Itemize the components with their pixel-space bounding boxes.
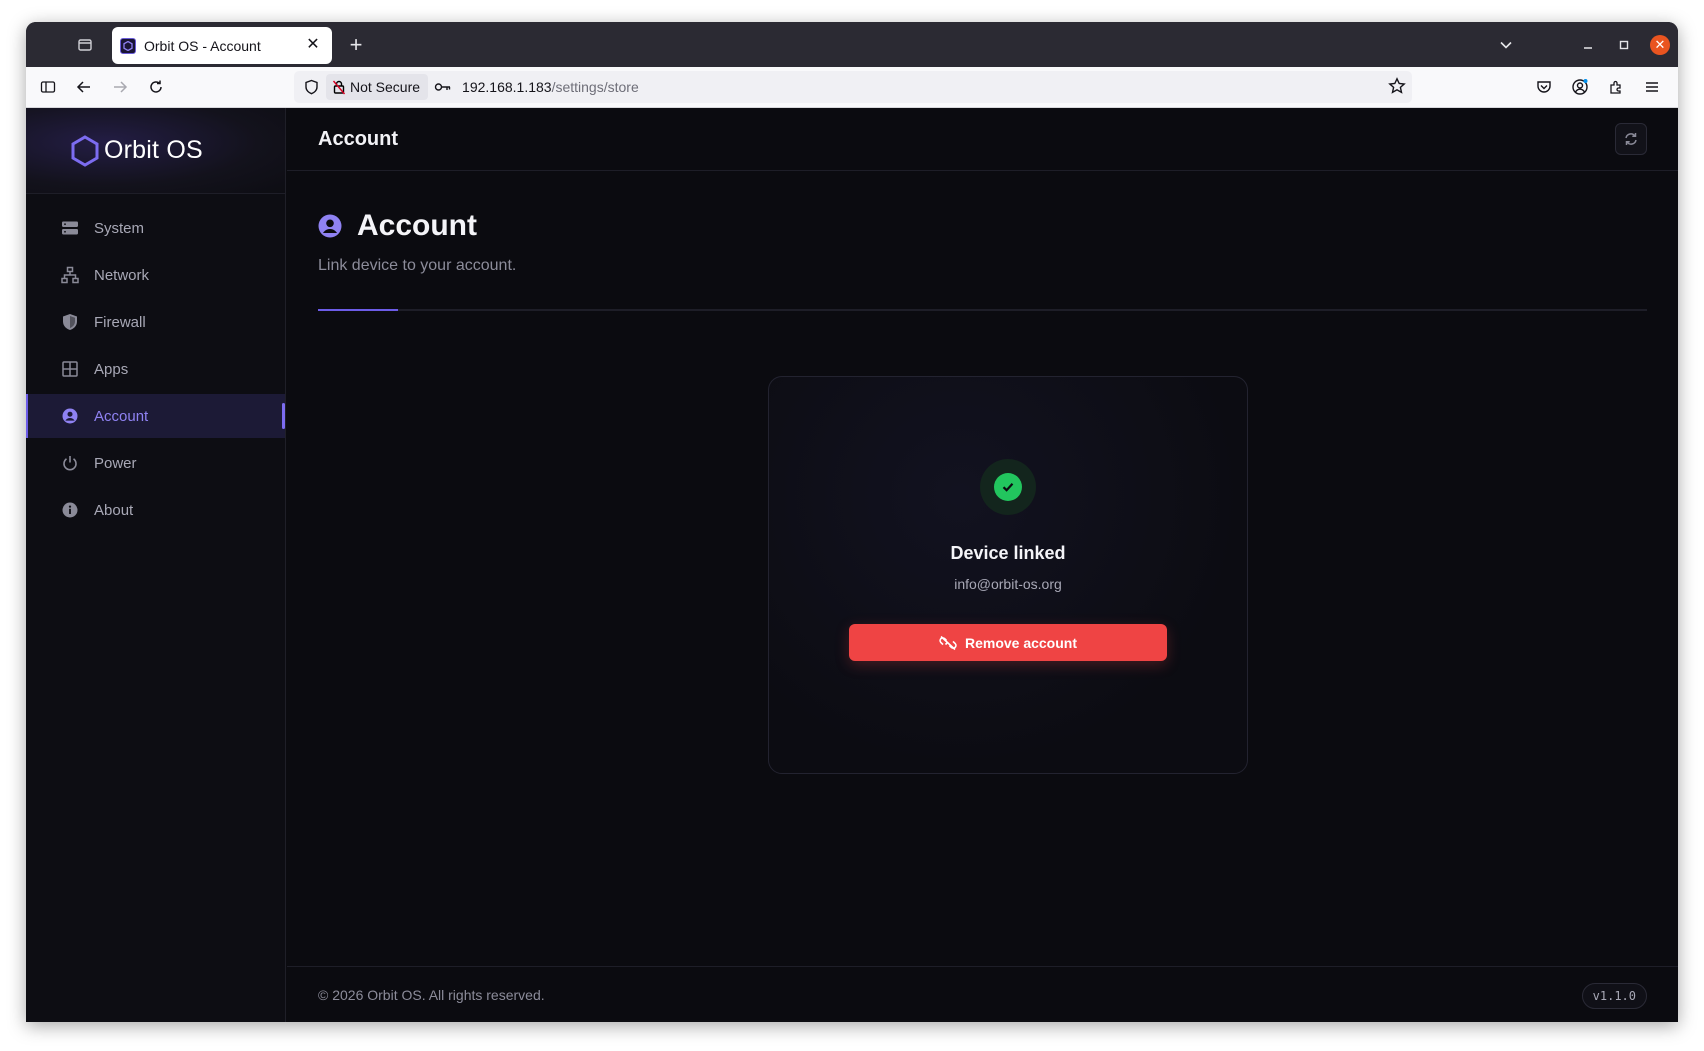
check-circle-icon [994,473,1022,501]
account-button[interactable] [1562,71,1598,103]
sidebar-item-label: Network [94,266,150,284]
grid-icon [60,359,80,379]
url-bar[interactable]: Not Secure 192.168.1.183/settings/store [294,71,1412,103]
account-status-card: Device linked info@orbit-os.org Remove a… [768,376,1248,774]
power-icon [60,453,80,473]
arrow-right-icon [114,81,128,93]
shield-icon [60,312,80,332]
url-text[interactable]: 192.168.1.183/settings/store [462,79,639,95]
sidebar-item-apps[interactable]: Apps [26,347,285,391]
remove-account-button[interactable]: Remove account [849,624,1167,661]
sidebar-item-label: About [94,501,134,519]
topbar-title: Account [318,127,398,150]
top-bar: Account [287,108,1678,171]
account-icon [1572,79,1588,95]
footer: © 2026 Orbit OS. All rights reserved. v1… [287,966,1678,1022]
info-icon [60,500,80,520]
page-title: Account [357,209,477,242]
remove-account-label: Remove account [964,634,1078,651]
sidebar-item-label: Firewall [94,313,146,331]
reload-button[interactable] [138,71,174,103]
refresh-button[interactable] [1615,123,1647,155]
puzzle-icon [1610,80,1621,94]
close-window-button[interactable]: ✕ [1642,31,1678,59]
arrow-left-icon [76,81,90,93]
minimize-icon [1584,46,1592,49]
page-heading: Account [318,209,1647,243]
orbit-app: Orbit OS System Network Firewall Apps Ac… [26,108,1678,1022]
sidebar-item-label: Account [94,407,149,425]
security-label: Not Secure [350,79,421,95]
unlink-icon [939,635,957,651]
sidebar-toggle-button[interactable] [30,71,66,103]
tab-title: Orbit OS - Account [144,37,261,54]
nav-toolbar: Not Secure 192.168.1.183/settings/store [26,67,1678,108]
user-circle-icon [60,406,80,426]
network-icon [60,265,80,285]
page-subtitle: Link device to your account. [318,257,517,274]
refresh-icon [1625,133,1637,145]
sidebar-item-system[interactable]: System [26,206,285,250]
reload-icon [150,80,162,93]
copyright-text: © 2026 Orbit OS. All rights reserved. [318,986,545,1003]
security-indicator[interactable]: Not Secure [326,74,429,100]
brand-name: Orbit OS [104,136,203,164]
back-button[interactable] [66,71,102,103]
sidebar-item-firewall[interactable]: Firewall [26,300,285,344]
tab-underline-divider [318,309,1647,311]
tracking-shield-icon[interactable] [296,79,326,95]
chevron-down-icon [1500,41,1512,49]
orbit-favicon-icon [120,37,136,54]
maximize-button[interactable] [1606,31,1642,59]
main-panel: Account Account Link device to your acco… [287,108,1678,1022]
sidebar-item-label: Apps [94,360,129,378]
insecure-lock-icon [332,80,346,95]
status-indicator [980,459,1036,515]
list-tabs-button[interactable] [1492,31,1520,59]
sidebar-icon [40,81,56,93]
close-icon: ✕ [1650,34,1670,55]
forward-button[interactable] [102,71,138,103]
sidebar-item-label: Power [94,454,137,472]
hamburger-menu-icon [1646,82,1658,92]
account-email: info@orbit-os.org [954,576,1062,592]
status-title: Device linked [950,543,1066,563]
tab-overview-button[interactable] [68,29,102,61]
maximize-icon [1619,40,1629,49]
pocket-icon [1537,81,1551,93]
active-tab-indicator [318,309,398,311]
browser-window: Orbit OS - Account ✕ + ✕ Not Secure 192.… [26,22,1678,1022]
brand-logo[interactable]: Orbit OS [26,108,285,194]
version-badge: v1.1.0 [1581,983,1647,1009]
browser-tab-active[interactable]: Orbit OS - Account ✕ [112,27,332,64]
tab-close-icon[interactable]: ✕ [304,36,322,54]
extensions-button[interactable] [1598,71,1634,103]
app-menu-button[interactable] [1634,71,1670,103]
new-tab-button[interactable]: + [342,31,370,59]
tab-strip: Orbit OS - Account ✕ + ✕ [26,22,1678,67]
hexagon-logo-icon [71,134,99,167]
url-path: /settings/store [551,79,639,95]
key-icon[interactable] [428,81,458,93]
sidebar-item-power[interactable]: Power [26,441,285,485]
sidebar-nav: System Network Firewall Apps Account Pow… [26,194,285,532]
url-host: 192.168.1.183 [462,79,552,95]
pocket-button[interactable] [1526,71,1562,103]
tabs-overview-icon [78,38,92,51]
sidebar-item-label: System [94,219,145,237]
minimize-button[interactable] [1570,31,1606,59]
sidebar-item-network[interactable]: Network [26,253,285,297]
content-area: Account Link device to your account. [287,209,1678,311]
sidebar-item-about[interactable]: About [26,488,285,532]
server-icon [60,218,80,238]
bookmark-star-icon[interactable] [1388,77,1406,100]
sidebar: Orbit OS System Network Firewall Apps Ac… [26,108,286,1022]
user-circle-icon [318,214,342,238]
sidebar-item-account[interactable]: Account [26,394,285,438]
